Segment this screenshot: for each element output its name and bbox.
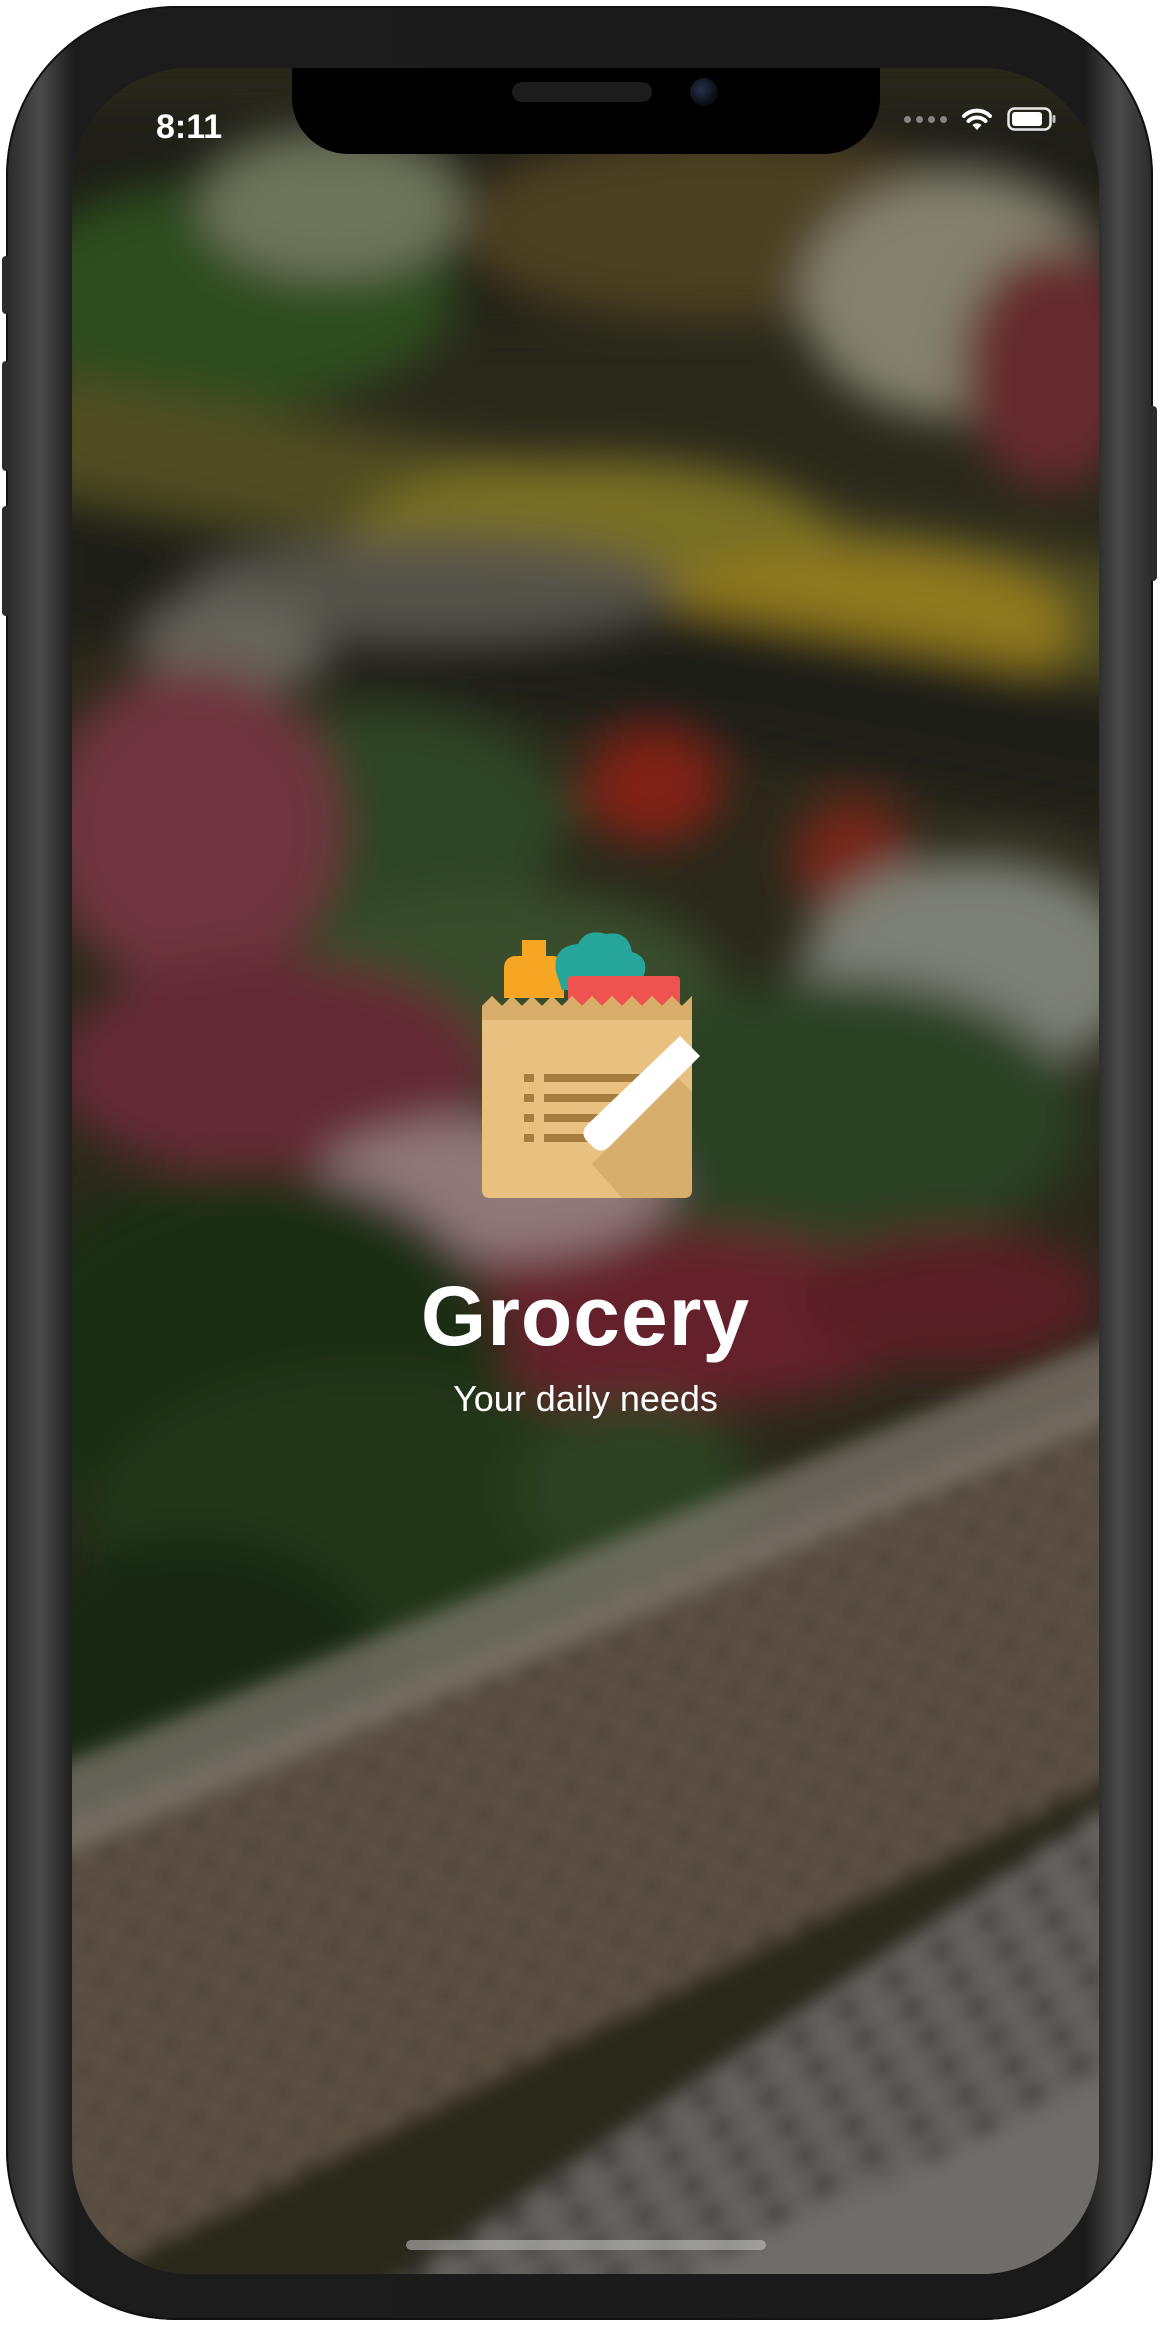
grocery-bag-list-icon (482, 932, 700, 1198)
mute-switch (2, 256, 10, 314)
home-indicator[interactable] (406, 2240, 766, 2250)
screen: 8:11 Grocery Your daily needs (72, 68, 1099, 2274)
phone-frame: 8:11 Grocery Your daily needs (2, 6, 1157, 2320)
volume-up-button (2, 361, 10, 471)
power-button (1149, 406, 1157, 581)
volume-down-button (2, 506, 10, 616)
app-title: Grocery (420, 1269, 751, 1363)
app-subtitle: Your daily needs (453, 1378, 718, 1419)
splash-content: Grocery Your daily needs (72, 68, 1099, 2274)
